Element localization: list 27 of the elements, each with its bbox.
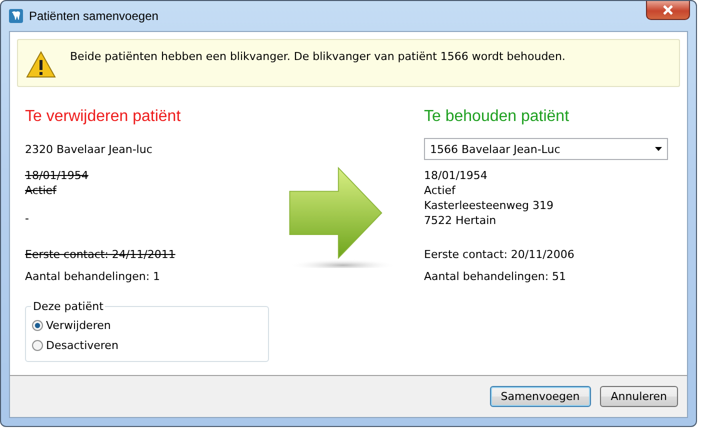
detail-text: Kasterleesteenweg 319: [424, 198, 554, 213]
patient-name: 2320 Bavelaar Jean-luc: [25, 142, 152, 156]
detail-text: Actief: [424, 183, 457, 198]
close-button[interactable]: [646, 1, 690, 20]
detail-text: -: [25, 211, 30, 226]
detail-text: 18/01/1954: [424, 168, 488, 183]
section-heading: Te verwijderen patiënt: [25, 108, 182, 127]
warning-text: Beide patiënten hebben een blikvanger. De blikvanger van patiënt 1566 wordt behouden.: [70, 50, 566, 63]
stat-text: Aantal behandelingen: 1: [25, 269, 162, 284]
detail-text: 7522 Hertain: [424, 213, 498, 228]
radio-option[interactable]: Desactiveren: [32, 335, 118, 355]
stat-text: Eerste contact: 24/11/2011: [25, 247, 176, 262]
stat-text: Eerste contact: 20/11/2006: [424, 247, 576, 262]
tooth-icon: [9, 9, 23, 23]
window-title: Patiënten samenvoegen: [29, 9, 158, 23]
radio-option[interactable]: Verwijderen: [32, 315, 111, 335]
merge-button[interactable]: Samenvoegen: [490, 386, 591, 407]
warning-icon: [26, 51, 56, 79]
detail-text: Actief: [25, 183, 58, 198]
group-label: Deze patiënt: [32, 300, 104, 313]
cancel-button[interactable]: Annuleren: [600, 386, 678, 407]
patient-dropdown[interactable]: 1566 Bavelaar Jean-Luc: [424, 138, 668, 160]
detail-text: 18/01/1954: [25, 168, 90, 183]
dropdown-caret-icon: [655, 147, 662, 151]
section-heading: Te behouden patiënt: [424, 108, 570, 127]
stat-text: Aantal behandelingen: 51: [424, 269, 568, 284]
close-icon: [662, 5, 674, 15]
